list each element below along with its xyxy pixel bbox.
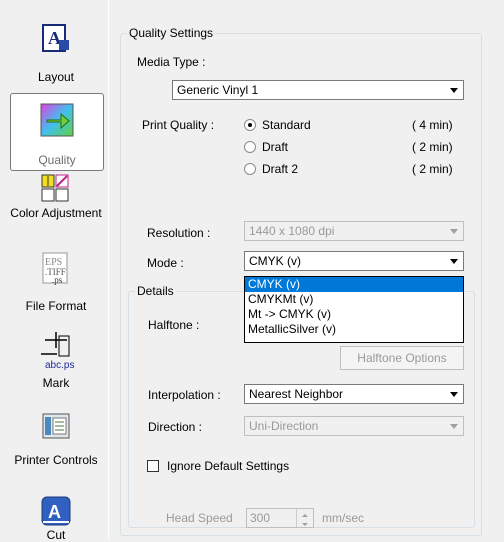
- radio-standard[interactable]: [244, 119, 256, 131]
- media-type-label: Media Type :: [137, 55, 206, 69]
- radio-draft[interactable]: [244, 141, 256, 153]
- direction-value: Uni-Direction: [249, 419, 319, 433]
- radio-draft-2-label: Draft 2: [262, 162, 299, 176]
- chevron-down-icon: [446, 418, 462, 434]
- interpolation-value: Nearest Neighbor: [249, 387, 344, 401]
- spin-down-icon[interactable]: [296, 518, 313, 527]
- mode-label: Mode :: [147, 256, 184, 270]
- halftone-label: Halftone :: [148, 318, 200, 332]
- direction-label: Direction :: [148, 420, 203, 434]
- layout-icon: A: [42, 24, 69, 52]
- quality-icon: [40, 103, 74, 137]
- details-title: Details: [137, 284, 174, 298]
- color-adjustment-icon: [41, 174, 69, 202]
- sidebar-item-printer-controls[interactable]: Printer Controls: [10, 410, 102, 486]
- resolution-select[interactable]: 1440 x 1080 dpi: [244, 221, 464, 241]
- quality-settings-title: Quality Settings: [129, 26, 214, 40]
- interpolation-select[interactable]: Nearest Neighbor: [244, 384, 464, 404]
- draft-time: ( 2 min): [412, 140, 453, 154]
- sidebar-item-color-adjustment[interactable]: Color Adjustment: [10, 172, 102, 248]
- media-type-value: Generic Vinyl 1: [177, 83, 259, 97]
- sidebar-item-label: Color Adjustment: [10, 206, 102, 220]
- mode-option[interactable]: Mt -> CMYK (v): [245, 307, 463, 322]
- sidebar-item-label: Mark: [42, 376, 70, 390]
- mode-option[interactable]: CMYKMt (v): [245, 292, 463, 307]
- head-speed-unit: mm/sec: [322, 511, 364, 525]
- ignore-defaults-checkbox[interactable]: [147, 460, 159, 472]
- resolution-label: Resolution :: [147, 226, 211, 240]
- svg-text:.ps: .ps: [52, 275, 63, 285]
- chevron-down-icon: [446, 223, 462, 239]
- print-quality-label: Print Quality :: [142, 118, 215, 132]
- head-speed-stepper[interactable]: 300: [246, 508, 314, 528]
- sidebar-item-layout[interactable]: A Layout: [10, 22, 102, 84]
- svg-text:A: A: [48, 502, 61, 522]
- spin-up-icon[interactable]: [296, 509, 313, 518]
- draft-2-time: ( 2 min): [412, 162, 453, 176]
- radio-draft-2[interactable]: [244, 163, 256, 175]
- interpolation-label: Interpolation :: [148, 388, 221, 402]
- sidebar: A Layout Quality Color Adjustment EPS .T…: [0, 0, 108, 542]
- radio-draft-label: Draft: [262, 140, 289, 154]
- mode-option[interactable]: CMYK (v): [245, 277, 463, 292]
- file-format-icon: EPS .TIFF .ps: [42, 252, 68, 285]
- sidebar-item-quality[interactable]: Quality: [10, 93, 104, 171]
- printer-controls-icon: [42, 413, 70, 439]
- resolution-value: 1440 x 1080 dpi: [249, 224, 335, 238]
- mode-dropdown-list: CMYK (v) CMYKMt (v) Mt -> CMYK (v) Metal…: [244, 276, 464, 343]
- mode-select[interactable]: CMYK (v): [244, 251, 464, 271]
- svg-text:abc.ps: abc.ps: [45, 360, 74, 370]
- sidebar-item-cut[interactable]: A Cut: [10, 494, 102, 542]
- sidebar-item-label: Layout: [37, 70, 75, 84]
- chevron-down-icon: [446, 82, 462, 98]
- head-speed-value: 300: [250, 511, 271, 525]
- mode-value: CMYK (v): [249, 254, 301, 268]
- sidebar-item-file-format[interactable]: EPS .TIFF .ps File Format: [10, 251, 102, 321]
- sidebar-item-label: File Format: [25, 299, 87, 313]
- head-speed-label: Head Speed: [166, 511, 233, 525]
- radio-standard-label: Standard: [262, 118, 311, 132]
- ignore-defaults-label: Ignore Default Settings: [167, 459, 290, 473]
- mark-icon: abc.ps: [41, 332, 74, 370]
- sidebar-item-label: Cut: [46, 528, 66, 542]
- mode-option[interactable]: MetallicSilver (v): [245, 322, 463, 337]
- chevron-down-icon: [446, 253, 462, 269]
- halftone-options-button[interactable]: Halftone Options: [340, 346, 464, 370]
- sidebar-item-mark[interactable]: abc.ps Mark: [10, 330, 102, 398]
- direction-select[interactable]: Uni-Direction: [244, 416, 464, 436]
- sidebar-item-label: Quality: [38, 153, 76, 167]
- media-type-select[interactable]: Generic Vinyl 1: [172, 80, 464, 100]
- cut-icon: A: [41, 496, 71, 526]
- chevron-down-icon: [446, 386, 462, 402]
- standard-time: ( 4 min): [412, 118, 453, 132]
- sidebar-item-label: Printer Controls: [14, 453, 98, 467]
